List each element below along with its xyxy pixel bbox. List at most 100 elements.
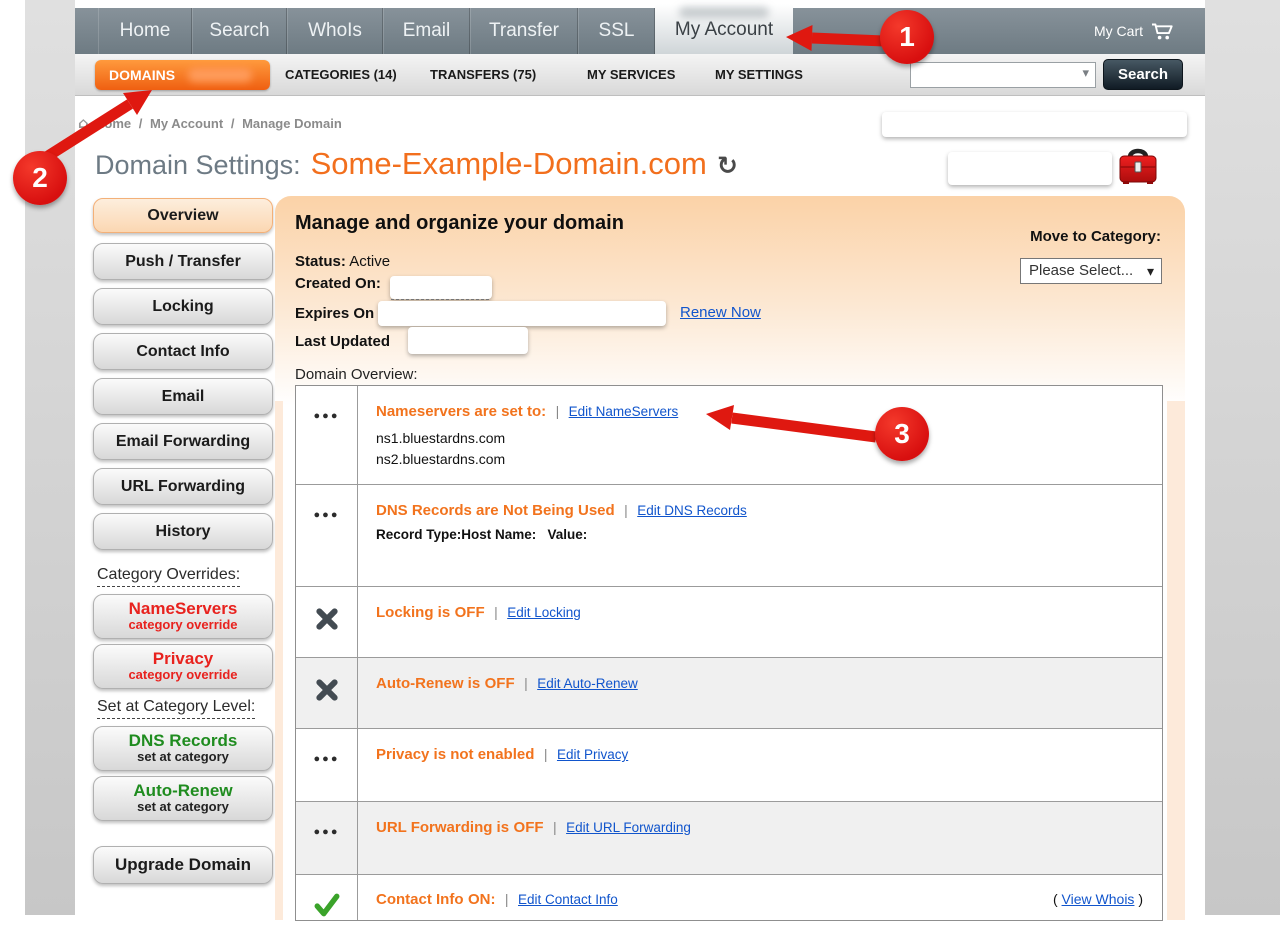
sub-navigation: DOMAINS CATEGORIES (14) TRANSFERS (75) M… [75, 54, 1205, 96]
page: Home Search WhoIs Email Transfer SSL My … [75, 0, 1205, 920]
search-button[interactable]: Search [1103, 59, 1183, 90]
button-subtitle: set at category [94, 750, 272, 764]
domain-search-input[interactable] [913, 64, 1073, 86]
dots-icon: ●●● [314, 509, 340, 521]
dots-icon: ●●● [314, 410, 340, 422]
subnav-my-services[interactable]: MY SERVICES [587, 60, 675, 90]
renew-now-link[interactable]: Renew Now [680, 304, 761, 321]
status-value: Active [349, 253, 390, 270]
title-prefix: Domain Settings: [95, 150, 301, 181]
table-row-privacy: ●●● Privacy is not enabled | Edit Privac… [296, 728, 1162, 801]
button-title: Auto-Renew [94, 781, 272, 800]
expires-line: Expires On [295, 305, 374, 322]
nameserver-2: ns2.bluestardns.com [376, 449, 1147, 470]
nav-tab-ssl[interactable]: SSL [578, 8, 655, 54]
check-icon [314, 893, 340, 917]
sidebar-button-nameservers-override[interactable]: NameServers category override [93, 594, 273, 639]
row-title: Locking is [376, 604, 450, 621]
redaction-box [948, 152, 1112, 185]
domain-overview-table: ●●● Nameservers are set to: | Edit NameS… [295, 385, 1163, 921]
redaction-smudge [679, 7, 769, 18]
breadcrumb-current: Manage Domain [242, 116, 342, 131]
move-to-category-label: Move to Category: [1030, 228, 1161, 245]
sidebar-tab-push-transfer[interactable]: Push / Transfer [93, 243, 273, 280]
breadcrumb-home[interactable]: Home [95, 116, 131, 131]
chevron-down-icon[interactable]: ▾ [1082, 66, 1089, 81]
created-label: Created On: [295, 275, 381, 292]
cart-label: My Cart [1094, 23, 1143, 39]
row-title: Nameservers are set to: [376, 403, 546, 420]
paren: ) [1134, 891, 1143, 907]
row-title: Contact Info [376, 891, 464, 908]
button-subtitle: category override [94, 618, 272, 632]
redaction-box [408, 327, 528, 354]
sidebar-tab-email[interactable]: Email [93, 378, 273, 415]
sidebar-button-privacy-override[interactable]: Privacy category override [93, 644, 273, 689]
separator: | [553, 819, 557, 835]
edit-dns-records-link[interactable]: Edit DNS Records [637, 503, 747, 518]
breadcrumb-my-account[interactable]: My Account [150, 116, 223, 131]
button-subtitle: category override [94, 668, 272, 682]
sidebar-button-dns-records-category[interactable]: DNS Records set at category [93, 726, 273, 771]
edit-locking-link[interactable]: Edit Locking [507, 605, 581, 620]
right-gutter [1205, 0, 1280, 915]
sidebar-tab-contact-info[interactable]: Contact Info [93, 333, 273, 370]
table-row-url-forwarding: ●●● URL Forwarding is OFF | Edit URL For… [296, 801, 1162, 874]
created-line: Created On: [295, 275, 381, 292]
separator: | [524, 675, 528, 691]
edit-nameservers-link[interactable]: Edit NameServers [569, 404, 679, 419]
nav-tab-email[interactable]: Email [383, 8, 470, 54]
row-title: Privacy is not enabled [376, 746, 534, 763]
redaction-box [882, 112, 1187, 137]
edit-url-forwarding-link[interactable]: Edit URL Forwarding [566, 820, 691, 835]
nav-tab-home[interactable]: Home [98, 8, 192, 54]
paren: ( [1053, 891, 1062, 907]
table-row-dns-records: ●●● DNS Records are Not Being Used | Edi… [296, 484, 1162, 586]
nav-tab-transfer[interactable]: Transfer [470, 8, 578, 54]
separator: | [624, 502, 628, 518]
row-state: Not Being Used [503, 502, 615, 519]
edit-privacy-link[interactable]: Edit Privacy [557, 747, 628, 762]
category-overrides-heading: Category Overrides: [97, 566, 240, 587]
edit-auto-renew-link[interactable]: Edit Auto-Renew [537, 676, 638, 691]
overview-panel: Manage and organize your domain Move to … [275, 196, 1185, 920]
subnav-categories[interactable]: CATEGORIES (14) [285, 60, 397, 90]
refresh-icon[interactable]: ↻ [717, 151, 738, 180]
breadcrumb-separator: / [139, 116, 143, 131]
left-gutter [25, 0, 75, 915]
cart-icon [1151, 22, 1175, 41]
my-cart-button[interactable]: My Cart [1094, 8, 1175, 54]
sidebar-tab-url-forwarding[interactable]: URL Forwarding [93, 468, 273, 505]
top-navigation: Home Search WhoIs Email Transfer SSL My … [75, 8, 1205, 54]
category-select[interactable]: Please Select... ▾ [1020, 258, 1162, 284]
toolbox-icon[interactable] [1113, 142, 1163, 192]
subnav-my-settings[interactable]: MY SETTINGS [715, 60, 803, 90]
page-title: Domain Settings: Some-Example-Domain.com… [95, 146, 738, 182]
sidebar-button-auto-renew-category[interactable]: Auto-Renew set at category [93, 776, 273, 821]
sidebar-tab-locking[interactable]: Locking [93, 288, 273, 325]
domain-search-combobox[interactable]: ▾ [910, 62, 1096, 88]
row-state: OFF [514, 819, 544, 836]
sidebar-tab-email-forwarding[interactable]: Email Forwarding [93, 423, 273, 460]
screen: Home Search WhoIs Email Transfer SSL My … [0, 0, 1287, 931]
status-label: Status: [295, 253, 346, 270]
subnav-transfers[interactable]: TRANSFERS (75) [430, 60, 536, 90]
subnav-domains-button[interactable]: DOMAINS [95, 60, 270, 90]
nav-tab-my-account[interactable]: My Account [655, 4, 793, 54]
nav-tab-search[interactable]: Search [192, 8, 287, 54]
nav-tab-whois[interactable]: WhoIs [287, 8, 383, 54]
dns-record-detail: Record Type:Host Name: Value: [376, 527, 1147, 542]
chevron-down-icon: ▾ [1147, 260, 1154, 284]
separator: | [494, 604, 498, 620]
separator: | [556, 403, 560, 419]
button-subtitle: set at category [94, 800, 272, 814]
updated-label: Last Updated [295, 333, 390, 350]
upgrade-domain-button[interactable]: Upgrade Domain [93, 846, 273, 884]
edit-contact-info-link[interactable]: Edit Contact Info [518, 892, 618, 907]
sidebar-tab-history[interactable]: History [93, 513, 273, 550]
sidebar-tab-overview[interactable]: Overview [93, 198, 273, 233]
nameserver-1: ns1.bluestardns.com [376, 428, 1147, 449]
set-at-category-heading: Set at Category Level: [97, 698, 255, 719]
panel-edge [1167, 401, 1185, 920]
view-whois-link[interactable]: View Whois [1062, 891, 1135, 907]
